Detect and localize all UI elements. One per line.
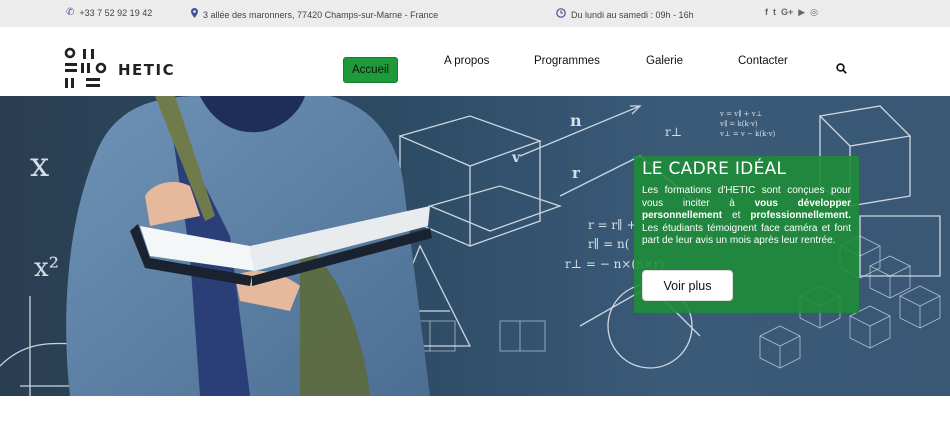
location-pin-icon xyxy=(191,8,198,21)
svg-text:r⊥: r⊥ xyxy=(665,125,682,139)
hero-card: LE CADRE IDÉAL Les formations d'HETIC so… xyxy=(634,156,859,313)
svg-text:v: v xyxy=(511,150,521,166)
nav-contacter[interactable]: Contacter xyxy=(738,55,788,67)
hours-info: Du lundi au samedi : 09h - 16h xyxy=(556,8,694,21)
hero-description: Les formations d'HETIC sont conçues pour… xyxy=(642,185,852,246)
voir-plus-button[interactable]: Voir plus xyxy=(642,270,733,301)
svg-text:r∥ = n(: r∥ = n( xyxy=(588,237,629,251)
site-logo[interactable]: HETIC xyxy=(64,47,175,91)
site-header: HETIC Accueil A propos Programmes Galeri… xyxy=(0,27,950,96)
nav-galerie[interactable]: Galerie xyxy=(646,55,683,67)
clock-icon xyxy=(556,8,566,21)
social-links: f t G+ ▶ ◎ xyxy=(765,7,818,18)
hours-text: Du lundi au samedi : 09h - 16h xyxy=(571,9,694,20)
hero-banner: x x² +p n v r r = r∥ + r∥ = n( r⊥ = − n×… xyxy=(0,96,950,396)
instagram-icon[interactable]: ◎ xyxy=(810,7,818,18)
address-info: 3 allée des maronners, 77420 Champs-sur-… xyxy=(191,8,438,21)
svg-text:v⊥ = v − k(k·v): v⊥ = v − k(k·v) xyxy=(719,130,776,138)
svg-text:r: r xyxy=(572,164,581,182)
svg-text:v∥ = k(k·v): v∥ = k(k·v) xyxy=(719,120,758,128)
svg-text:n: n xyxy=(570,111,582,130)
svg-text:v = v∥ + v⊥: v = v∥ + v⊥ xyxy=(719,110,762,118)
search-icon[interactable] xyxy=(836,63,847,74)
facebook-icon[interactable]: f xyxy=(765,7,768,18)
top-info-bar: ✆ +33 7 52 92 19 42 3 allée des maronner… xyxy=(0,0,950,27)
logo-text: HETIC xyxy=(118,61,176,79)
phone-text: +33 7 52 92 19 42 xyxy=(79,8,153,18)
youtube-icon[interactable]: ▶ xyxy=(798,7,805,18)
address-text: 3 allée des maronners, 77420 Champs-sur-… xyxy=(203,9,439,20)
svg-text:r = r∥ +: r = r∥ + xyxy=(588,218,637,232)
student-photo xyxy=(66,96,432,396)
logo-mark-icon xyxy=(64,47,107,88)
phone-icon: ✆ xyxy=(66,7,75,18)
nav-programmes[interactable]: Programmes xyxy=(534,55,600,67)
chalk-x: x xyxy=(30,145,49,185)
nav-a-propos[interactable]: A propos xyxy=(444,55,489,67)
nav-accueil[interactable]: Accueil xyxy=(343,57,399,83)
hero-title: LE CADRE IDÉAL xyxy=(642,159,787,179)
google-plus-icon[interactable]: G+ xyxy=(781,7,793,18)
twitter-icon[interactable]: t xyxy=(773,7,776,18)
phone-info[interactable]: ✆ +33 7 52 92 19 42 xyxy=(66,7,153,19)
